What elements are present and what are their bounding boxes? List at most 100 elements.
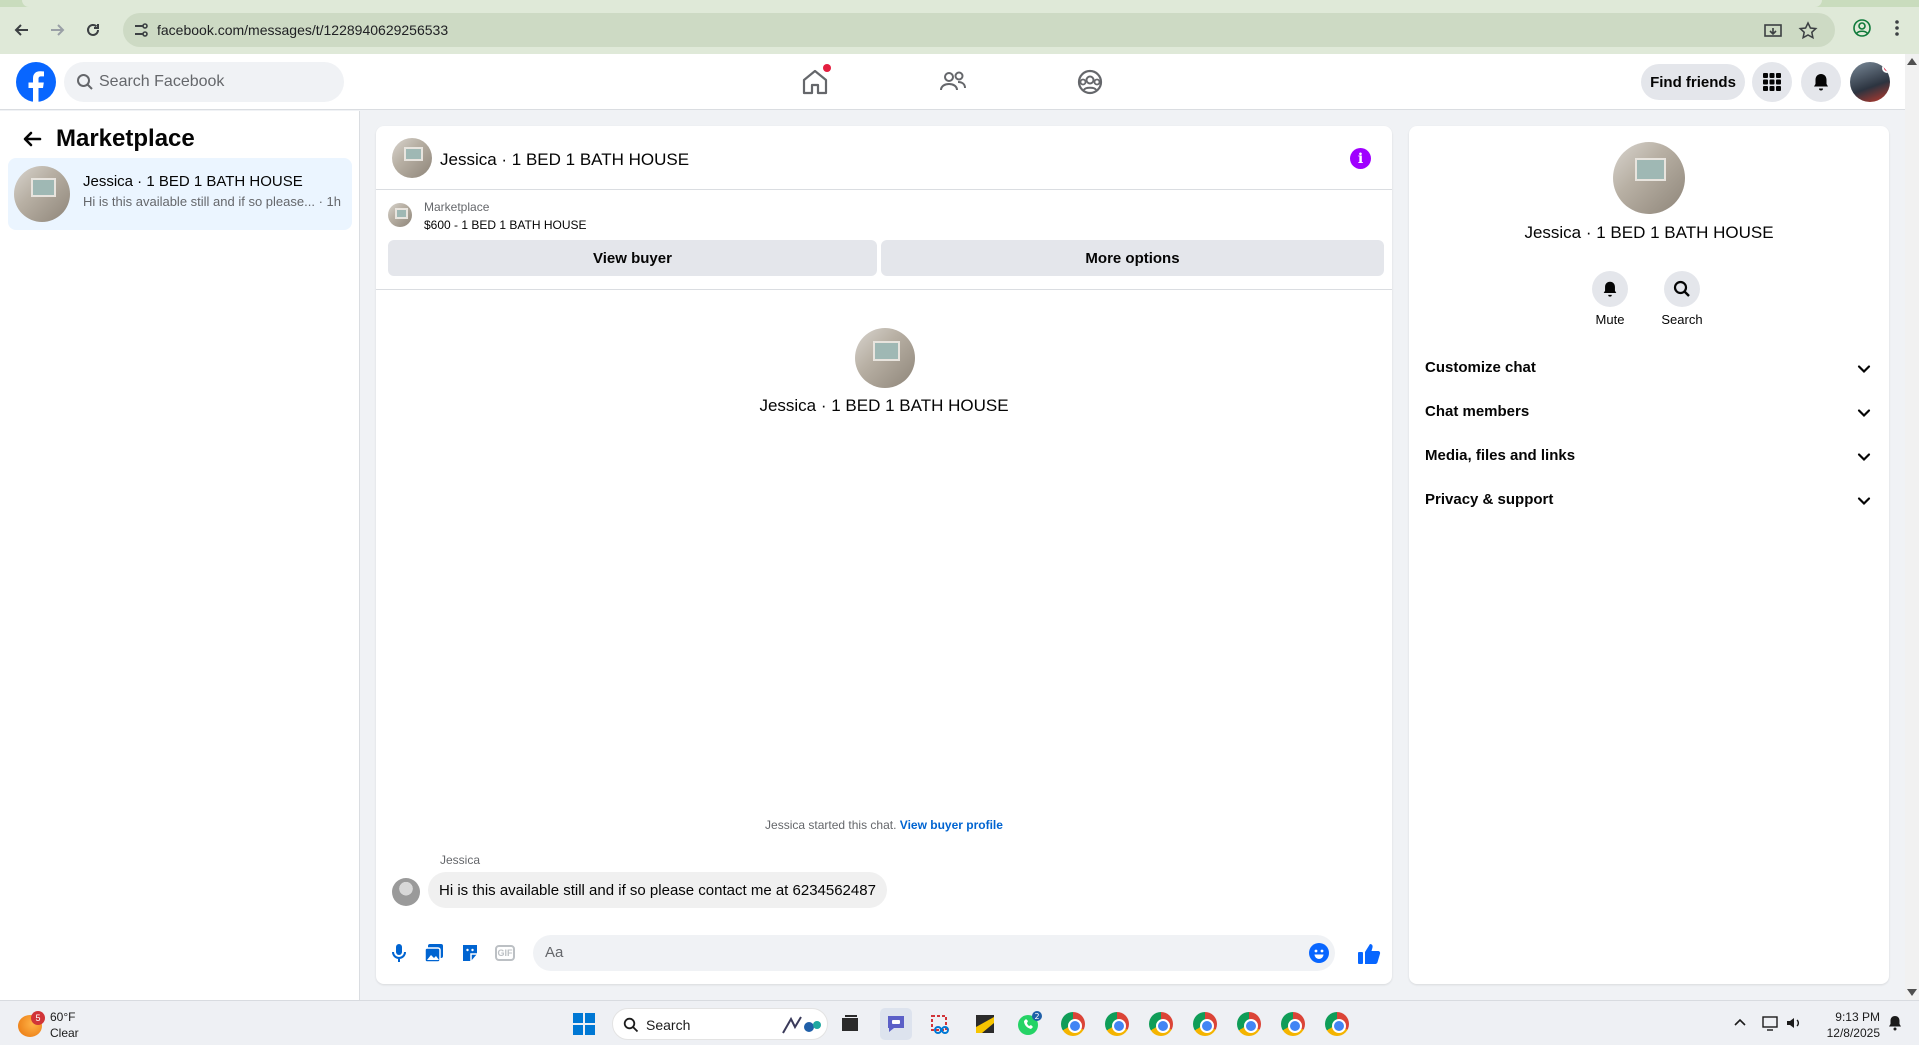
site-info-icon[interactable] bbox=[132, 21, 150, 39]
listing-banner: Marketplace $600 - 1 BED 1 BATH HOUSE Vi… bbox=[376, 190, 1392, 290]
chrome-icon bbox=[1325, 1012, 1349, 1036]
browser-toolbar: facebook.com/messages/t/1228940629256533 bbox=[0, 0, 1919, 54]
microphone-icon[interactable] bbox=[388, 942, 410, 964]
profile-icon[interactable] bbox=[1851, 17, 1873, 39]
conversation-info-panel: Jessica · 1 BED 1 BATH HOUSE Mute Search… bbox=[1409, 126, 1889, 984]
whatsapp-icon[interactable]: 2 bbox=[1013, 1008, 1045, 1040]
account-avatar[interactable] bbox=[1850, 62, 1890, 102]
taskbar-clock[interactable]: 9:13 PM 12/8/2025 bbox=[1814, 1009, 1880, 1041]
notification-center-icon[interactable] bbox=[1886, 1014, 1904, 1032]
task-view-icon[interactable] bbox=[834, 1008, 866, 1040]
gif-icon[interactable]: GIF bbox=[495, 945, 515, 961]
view-buyer-button[interactable]: View buyer bbox=[388, 240, 877, 276]
privacy-support-section[interactable]: Privacy & support bbox=[1425, 481, 1877, 521]
whatsapp-badge: 2 bbox=[1034, 1012, 1039, 1021]
search-placeholder: Search Facebook bbox=[99, 73, 225, 90]
conversation-info-icon[interactable]: i bbox=[1350, 148, 1371, 169]
reload-icon[interactable] bbox=[80, 17, 106, 43]
facebook-logo-icon[interactable] bbox=[16, 62, 56, 102]
teams-chat-icon[interactable] bbox=[880, 1008, 912, 1040]
friends-icon[interactable] bbox=[937, 66, 969, 98]
groups-icon[interactable] bbox=[1074, 66, 1106, 98]
sidebar-title: Marketplace bbox=[56, 125, 195, 152]
weather-widget[interactable]: 5 60°F Clear bbox=[18, 1007, 138, 1041]
sticker-icon[interactable] bbox=[459, 942, 481, 964]
section-label: Privacy & support bbox=[1425, 491, 1554, 508]
back-icon[interactable] bbox=[9, 17, 35, 43]
snipping-tool-icon[interactable] bbox=[925, 1008, 957, 1040]
chrome-icon bbox=[1061, 1012, 1085, 1036]
section-label: Chat members bbox=[1425, 403, 1530, 420]
media-files-links-section[interactable]: Media, files and links bbox=[1425, 437, 1877, 477]
scroll-up-arrow-icon[interactable] bbox=[1907, 58, 1917, 65]
mute-label: Mute bbox=[1595, 312, 1625, 327]
chevron-up-icon[interactable] bbox=[1731, 1014, 1749, 1032]
message-sender-name: Jessica bbox=[440, 853, 481, 867]
chrome-icon bbox=[1237, 1012, 1261, 1036]
search-icon bbox=[623, 1017, 639, 1033]
chrome-icon bbox=[1193, 1012, 1217, 1036]
url-text[interactable]: facebook.com/messages/t/1228940629256533 bbox=[157, 22, 448, 38]
taskbar-search[interactable]: Search bbox=[612, 1008, 828, 1040]
chrome-profile-6-icon[interactable] bbox=[1277, 1008, 1309, 1040]
find-friends-button[interactable]: Find friends bbox=[1641, 64, 1745, 100]
chrome-profile-4-icon[interactable] bbox=[1189, 1008, 1221, 1040]
listing-source: Marketplace bbox=[424, 200, 490, 214]
section-label: Customize chat bbox=[1425, 359, 1536, 376]
bookmark-star-icon[interactable] bbox=[1798, 21, 1818, 41]
taskbar-search-label: Search bbox=[646, 1017, 691, 1033]
emoji-icon[interactable] bbox=[1309, 943, 1329, 963]
chat-members-section[interactable]: Chat members bbox=[1425, 393, 1877, 433]
profile-avatar bbox=[855, 328, 915, 388]
listing-title[interactable]: $600 - 1 BED 1 BATH HOUSE bbox=[424, 218, 587, 232]
bell-icon[interactable] bbox=[1592, 271, 1628, 307]
started-text: Jessica started this chat. bbox=[765, 818, 897, 832]
chrome-profile-1-icon[interactable] bbox=[1057, 1008, 1089, 1040]
forward-icon[interactable] bbox=[44, 17, 70, 43]
sticky-notes-icon[interactable] bbox=[969, 1008, 1001, 1040]
volume-icon[interactable] bbox=[1785, 1014, 1803, 1032]
chrome-profile-7-icon[interactable] bbox=[1321, 1008, 1353, 1040]
more-options-button[interactable]: More options bbox=[881, 240, 1384, 276]
page-scrollbar[interactable] bbox=[1905, 54, 1919, 1000]
view-buyer-profile-link[interactable]: View buyer profile bbox=[900, 818, 1003, 832]
browser-menu-icon[interactable] bbox=[1886, 17, 1908, 39]
windows-taskbar: 5 60°F Clear Search 2 9:13 PM 12/8/2025 bbox=[0, 1000, 1919, 1045]
back-arrow-icon[interactable] bbox=[20, 127, 44, 151]
search-icon[interactable] bbox=[1664, 271, 1700, 307]
windows-start-icon[interactable] bbox=[568, 1008, 600, 1040]
chat-avatar[interactable] bbox=[392, 138, 432, 178]
home-notification-dot bbox=[823, 64, 831, 72]
notifications-bell-icon[interactable] bbox=[1801, 62, 1841, 102]
menu-grid-icon[interactable] bbox=[1752, 62, 1792, 102]
install-app-icon[interactable] bbox=[1763, 21, 1783, 41]
clock-time: 9:13 PM bbox=[1835, 1010, 1880, 1024]
photo-attach-icon[interactable] bbox=[423, 942, 445, 964]
conversation-preview: Hi is this available still and if so ple… bbox=[83, 194, 341, 209]
conversation-item[interactable]: Jessica · 1 BED 1 BATH HOUSE Hi is this … bbox=[8, 158, 352, 230]
profile-name: Jessica · 1 BED 1 BATH HOUSE bbox=[759, 396, 1009, 415]
chrome-icon bbox=[1281, 1012, 1305, 1036]
message-bubble[interactable]: Hi is this available still and if so ple… bbox=[428, 872, 887, 908]
home-icon[interactable] bbox=[799, 64, 831, 98]
search-in-conversation-button[interactable]: Search bbox=[1652, 271, 1712, 327]
chrome-profile-2-icon[interactable] bbox=[1101, 1008, 1133, 1040]
chrome-profile-3-icon[interactable] bbox=[1145, 1008, 1177, 1040]
chat-title[interactable]: Jessica · 1 BED 1 BATH HOUSE bbox=[440, 150, 689, 170]
thumbs-up-icon[interactable] bbox=[1357, 942, 1381, 966]
address-bar[interactable]: facebook.com/messages/t/1228940629256533 bbox=[123, 13, 1835, 47]
sender-avatar[interactable] bbox=[392, 878, 420, 906]
marketplace-sidebar: Marketplace Jessica · 1 BED 1 BATH HOUSE… bbox=[0, 111, 360, 1000]
network-icon[interactable] bbox=[1761, 1014, 1779, 1032]
message-input[interactable]: Aa bbox=[533, 935, 1335, 971]
scroll-down-arrow-icon[interactable] bbox=[1907, 989, 1917, 996]
chevron-down-icon bbox=[1857, 409, 1871, 418]
chrome-profile-5-icon[interactable] bbox=[1233, 1008, 1265, 1040]
mute-button[interactable]: Mute bbox=[1580, 271, 1640, 327]
facebook-search-input[interactable]: Search Facebook bbox=[64, 62, 344, 102]
weather-condition: Clear bbox=[50, 1026, 79, 1040]
search-icon bbox=[77, 74, 93, 90]
listing-small-thumbnail bbox=[388, 203, 412, 227]
active-tab[interactable] bbox=[22, 0, 1822, 7]
customize-chat-section[interactable]: Customize chat bbox=[1425, 349, 1877, 389]
